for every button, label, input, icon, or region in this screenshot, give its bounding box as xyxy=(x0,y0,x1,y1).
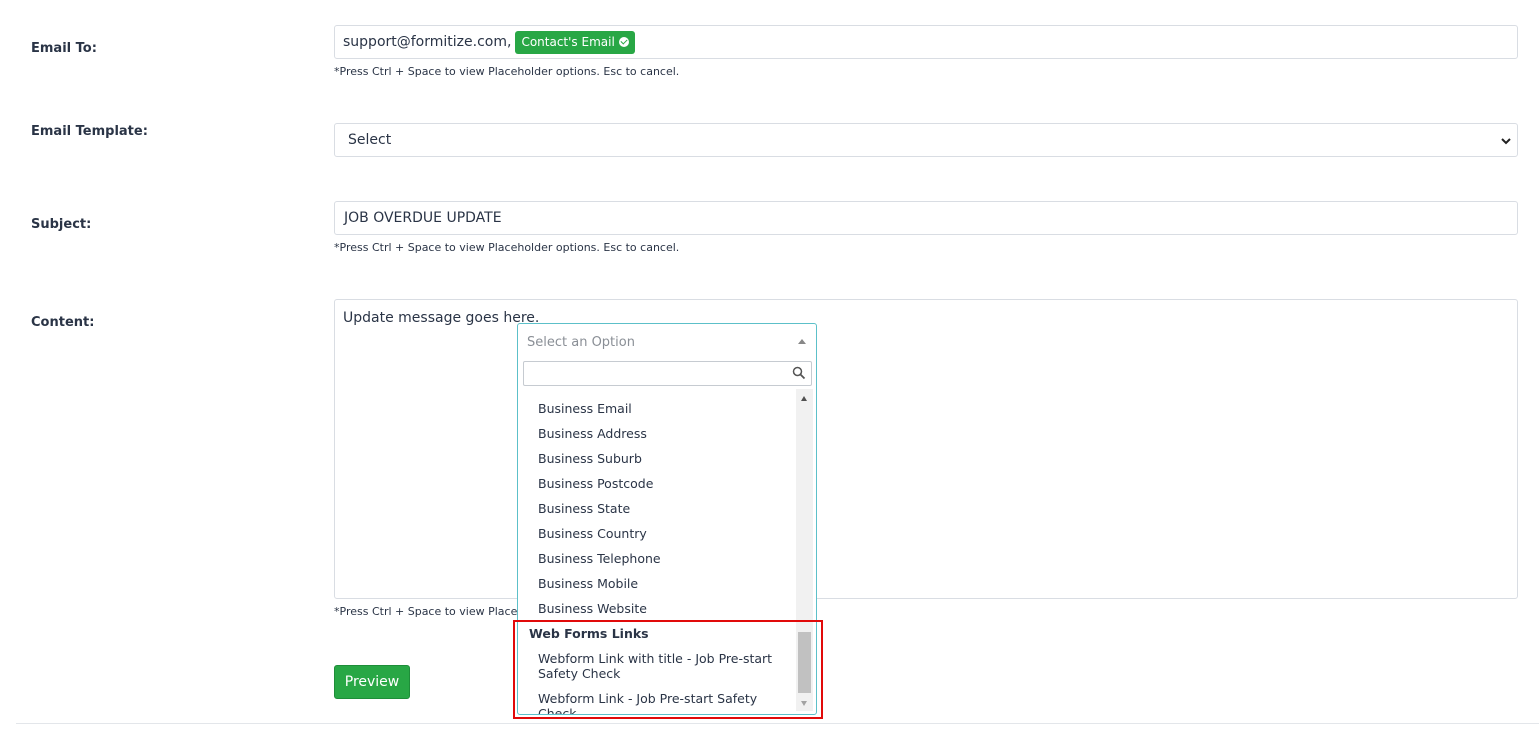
option-item[interactable]: Business Postcode xyxy=(538,476,793,491)
option-item[interactable]: Business Mobile xyxy=(538,576,793,591)
email-to-value: support@formitize.com, xyxy=(343,34,512,50)
dropdown-search-input[interactable] xyxy=(523,361,812,386)
subject-label: Subject: xyxy=(31,217,92,232)
scrollbar-thumb[interactable] xyxy=(798,632,811,693)
option-item[interactable]: Business Suburb xyxy=(538,451,793,466)
contact-email-chip[interactable]: Contact's Email xyxy=(515,30,635,54)
option-item[interactable]: Business Email xyxy=(538,401,793,416)
email-to-hint: *Press Ctrl + Space to view Placeholder … xyxy=(334,65,680,78)
option-item[interactable]: Business Website xyxy=(538,601,793,616)
email-to-label: Email To: xyxy=(31,41,97,56)
caret-up-icon xyxy=(798,339,806,344)
divider xyxy=(16,723,1539,724)
option-item-webform-with-title[interactable]: Webform Link with title - Job Pre-start … xyxy=(538,651,793,681)
content-value: Update message goes here. xyxy=(343,310,540,326)
email-template-selected: Select xyxy=(348,132,392,148)
placeholder-dropdown[interactable]: Select an Option Business Email Business… xyxy=(517,323,817,715)
chevron-down-icon xyxy=(1501,138,1511,145)
subject-input[interactable]: JOB OVERDUE UPDATE xyxy=(334,201,1518,235)
dropdown-scrollbar[interactable] xyxy=(796,389,813,711)
scroll-down-arrow-icon[interactable] xyxy=(801,701,807,706)
subject-value: JOB OVERDUE UPDATE xyxy=(344,210,502,226)
content-hint: *Press Ctrl + Space to view Placeho xyxy=(334,605,532,618)
chip-label: Contact's Email xyxy=(521,35,615,49)
option-item-webform-link[interactable]: Webform Link - Job Pre-start Safety Chec… xyxy=(538,691,793,714)
option-group-label: Web Forms Links xyxy=(529,626,649,641)
dropdown-placeholder: Select an Option xyxy=(527,334,635,350)
subject-hint: *Press Ctrl + Space to view Placeholder … xyxy=(334,241,680,254)
dropdown-options-list: Business Email Business Address Business… xyxy=(518,389,795,714)
option-item[interactable]: Business State xyxy=(538,501,793,516)
scroll-up-arrow-icon[interactable] xyxy=(801,396,807,401)
email-template-select[interactable]: Select xyxy=(334,123,1518,157)
preview-button[interactable]: Preview xyxy=(334,665,410,699)
option-item[interactable]: Business Address xyxy=(538,426,793,441)
option-item[interactable]: Business Country xyxy=(538,526,793,541)
dropdown-header[interactable]: Select an Option xyxy=(518,324,816,360)
content-label: Content: xyxy=(31,315,95,330)
content-textarea[interactable]: Update message goes here. xyxy=(334,299,1518,599)
option-item[interactable]: Business Telephone xyxy=(538,551,793,566)
check-circle-icon xyxy=(618,37,629,47)
email-template-label: Email Template: xyxy=(31,124,148,139)
email-to-field[interactable]: support@formitize.com, Contact's Email xyxy=(334,25,1518,59)
search-icon xyxy=(792,366,806,380)
